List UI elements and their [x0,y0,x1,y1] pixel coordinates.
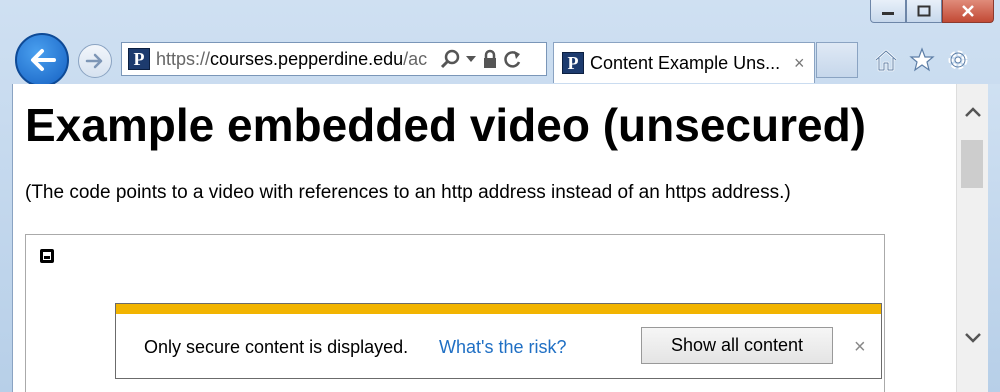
minimize-button[interactable] [870,0,906,23]
notification-accent-bar [116,304,881,314]
page-title: Example embedded video (unsecured) [25,99,867,151]
forward-arrow-icon [85,53,103,69]
plugin-icon [40,249,54,263]
lock-icon[interactable] [482,49,498,69]
notification-close-button[interactable]: × [854,336,866,359]
minimize-icon [882,12,894,15]
dropdown-icon[interactable] [466,55,476,63]
scroll-up-icon[interactable] [964,106,982,118]
settings-button[interactable] [944,46,972,74]
new-tab-button[interactable] [816,42,858,78]
url-host: courses.pepperdine.edu [210,48,404,69]
tab-content-example[interactable]: P Content Example Uns... × [553,42,815,83]
back-arrow-icon [31,49,56,71]
close-window-button[interactable] [942,0,994,23]
forward-button[interactable] [78,44,112,78]
scroll-down-icon[interactable] [964,332,982,344]
window-border [988,84,1000,392]
security-notification-bar: Only secure content is displayed. What's… [115,303,882,379]
search-icon[interactable] [440,49,460,69]
home-icon [875,49,897,72]
show-all-content-button[interactable]: Show all content [641,327,833,364]
site-favicon: P [128,48,150,70]
window-controls [870,0,994,23]
tab-favicon: P [562,52,584,74]
close-icon [962,5,974,17]
tab-title: Content Example Uns... [590,52,781,73]
maximize-button[interactable] [906,0,942,23]
whats-the-risk-link[interactable]: What's the risk? [439,337,566,358]
favorites-star-icon [909,47,935,72]
tab-close-button[interactable]: × [794,53,805,74]
page-description: (The code points to a video with referen… [25,182,791,203]
address-bar-icons [440,49,522,69]
maximize-icon [917,5,931,17]
vertical-scrollbar[interactable] [956,84,989,392]
url-rest: /ac [403,48,428,69]
url-text[interactable]: https://courses.pepperdine.edu/ac [156,49,432,70]
url-scheme: https:// [156,48,211,69]
favorites-button[interactable] [908,46,936,74]
back-button[interactable] [15,33,69,87]
refresh-icon[interactable] [504,50,522,68]
settings-gear-icon [948,50,968,70]
home-button[interactable] [872,46,900,74]
scrollbar-thumb[interactable] [961,140,983,188]
notification-message: Only secure content is displayed. [144,337,409,357]
address-bar[interactable]: P https://courses.pepperdine.edu/ac [121,42,547,76]
toolbar-icons [872,46,972,74]
